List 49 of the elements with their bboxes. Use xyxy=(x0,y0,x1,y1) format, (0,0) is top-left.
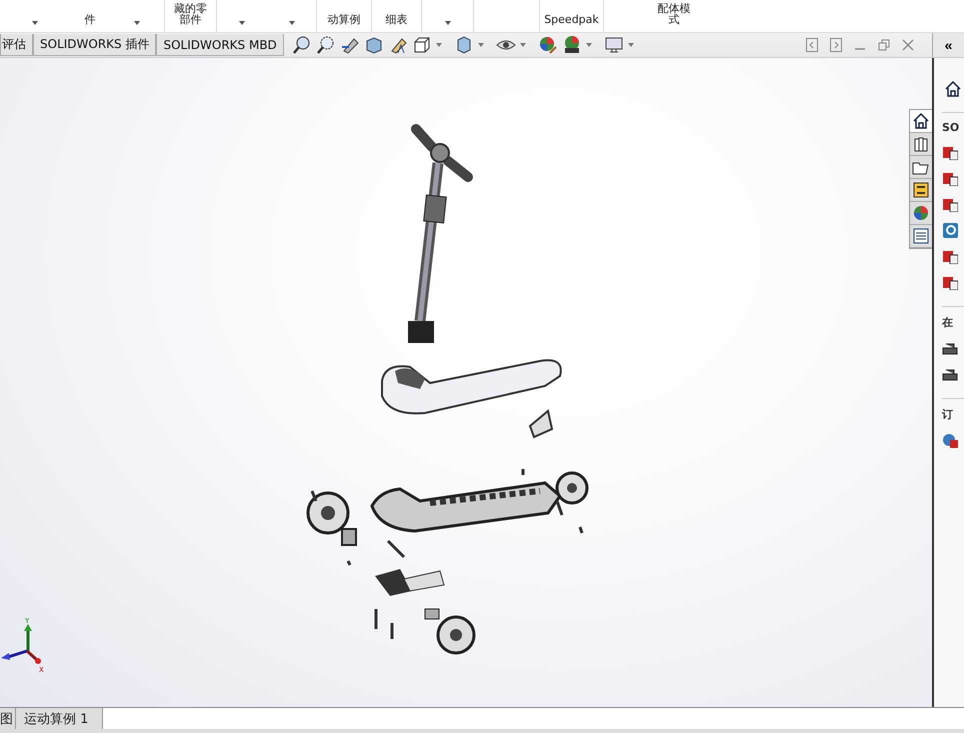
command-tab[interactable]: SOLIDWORKS 插件 xyxy=(33,34,156,56)
zoom-area-icon[interactable] xyxy=(316,35,336,55)
books-icon xyxy=(912,135,930,153)
command-tab[interactable]: 评估 xyxy=(0,34,33,56)
monitor-icon[interactable] xyxy=(604,35,624,55)
color-ball-icon xyxy=(912,204,930,222)
home-icon[interactable] xyxy=(944,80,962,98)
model-tab[interactable]: 图 xyxy=(0,708,16,729)
collapse-button[interactable]: « xyxy=(932,33,964,57)
tool-icon[interactable] xyxy=(942,170,958,186)
caret-icon[interactable] xyxy=(586,43,592,47)
ribbon-label[interactable]: Speedpak xyxy=(544,14,599,25)
caret-icon[interactable] xyxy=(628,43,634,47)
ribbon-label[interactable]: 动算例 xyxy=(328,14,360,25)
tool-icon[interactable] xyxy=(942,196,958,212)
appearance-icon[interactable] xyxy=(538,35,558,55)
x-axis-arrow xyxy=(26,650,41,664)
tool-icon[interactable] xyxy=(942,144,958,160)
caret-icon[interactable] xyxy=(288,21,294,25)
previous-pane-icon[interactable] xyxy=(806,38,818,52)
section-heading: 在 xyxy=(942,315,954,330)
zoom-to-fit-icon[interactable] xyxy=(292,35,312,55)
tool-icon[interactable] xyxy=(942,248,958,264)
caret-icon[interactable] xyxy=(478,43,484,47)
section-heading: 订 xyxy=(942,407,954,422)
next-pane-icon[interactable] xyxy=(830,38,842,52)
restore-icon[interactable] xyxy=(878,39,890,51)
model-tab[interactable]: 运动算例 1 xyxy=(16,708,104,729)
y-axis-arrow xyxy=(24,624,32,651)
tool-icon[interactable] xyxy=(942,274,958,290)
ribbon-label[interactable]: 件 xyxy=(84,14,96,25)
close-icon[interactable] xyxy=(902,39,914,51)
caret-icon[interactable] xyxy=(444,21,450,25)
home-icon xyxy=(912,112,930,130)
palette-icon xyxy=(912,181,930,199)
command-tab[interactable]: SOLIDWORKS MBD xyxy=(156,34,284,56)
cube-view-icon[interactable] xyxy=(412,35,432,55)
caret-icon[interactable] xyxy=(32,21,38,25)
caret-icon[interactable] xyxy=(436,43,442,47)
ribbon-label[interactable]: 细表 xyxy=(386,14,408,25)
section-heading: SO xyxy=(942,121,960,134)
list-icon xyxy=(912,227,930,245)
ribbon-label[interactable]: 配体模 式 xyxy=(658,3,690,25)
caret-icon[interactable] xyxy=(134,21,140,25)
caret-icon[interactable] xyxy=(239,21,245,25)
z-axis-arrow xyxy=(1,650,28,660)
home-tab[interactable] xyxy=(910,110,932,133)
caret-icon[interactable] xyxy=(520,43,526,47)
ribbon-label[interactable]: 藏的零 部件 xyxy=(174,3,207,25)
